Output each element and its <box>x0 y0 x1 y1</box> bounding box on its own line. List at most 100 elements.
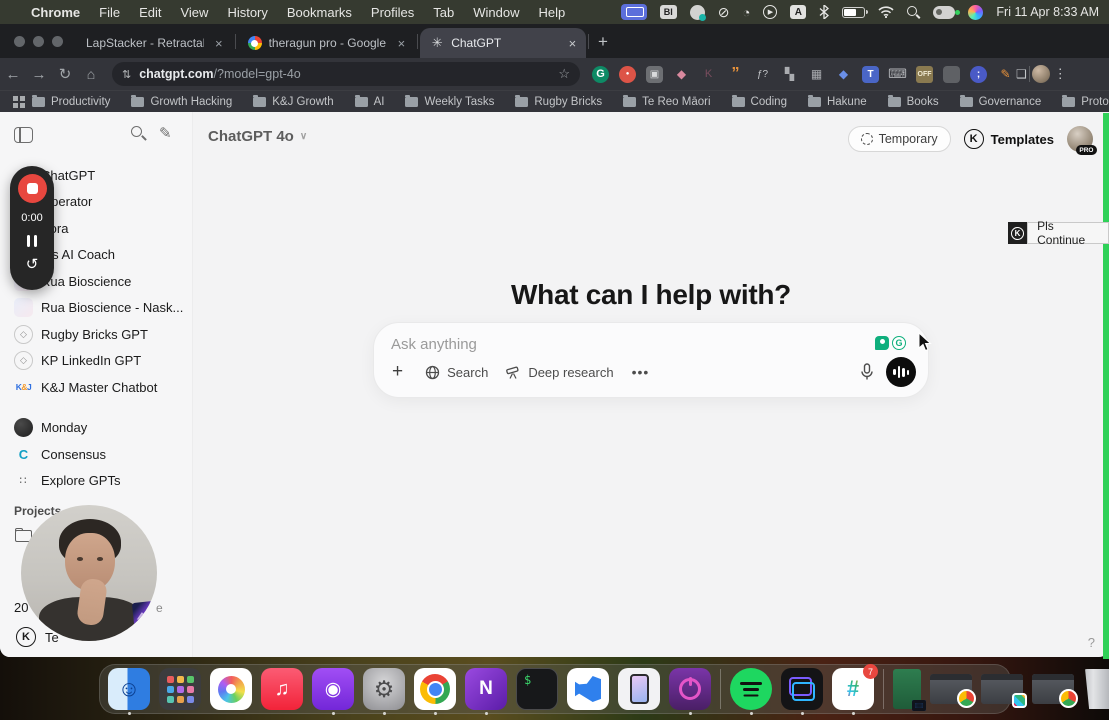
prompt-input[interactable]: Ask anything <box>391 336 477 353</box>
sidebar-item-rugby-bricks-gpt[interactable]: Rugby Bricks GPT <box>8 321 186 348</box>
search-icon[interactable] <box>131 126 146 141</box>
dock-spotify[interactable] <box>730 668 772 715</box>
tab-close-icon[interactable]: × <box>215 36 223 51</box>
chrome[interactable]: Chrome <box>31 5 80 20</box>
chrome-menu-icon[interactable]: ⋮ <box>1054 66 1067 82</box>
dock-separator[interactable] <box>883 669 884 709</box>
dock-app-icon[interactable] <box>883 669 884 709</box>
sidebar-item-kj-master-chatbot[interactable]: K & J K&J Master Chatbot <box>8 374 186 401</box>
ext-off[interactable]: OFF <box>916 65 933 83</box>
ext-shield[interactable]: ◆ <box>673 66 690 83</box>
ext-gray-square[interactable] <box>943 65 960 83</box>
dock-minimized-chrome-window[interactable] <box>930 674 976 708</box>
dock-slack[interactable]: 7 <box>832 664 878 715</box>
reload-icon[interactable]: ↻ <box>52 65 78 83</box>
dock-app-icon[interactable] <box>414 668 456 710</box>
dock-trash[interactable] <box>1083 669 1109 709</box>
dock-minimized-excel[interactable] <box>893 669 926 711</box>
menubar-clock[interactable]: Fri 11 Apr 8:33 AM <box>996 5 1099 19</box>
dock-app-icon[interactable] <box>108 668 150 710</box>
history[interactable]: History <box>227 5 267 20</box>
model-switcher[interactable]: ChatGPT 4o ∨ <box>208 128 307 145</box>
profiles[interactable]: Profiles <box>371 5 414 20</box>
tab-chatgpt[interactable]: ChatGPT × <box>420 28 587 58</box>
dock-app-icon[interactable] <box>669 668 711 710</box>
webcam-overlay[interactable] <box>21 505 157 641</box>
view[interactable]: View <box>180 5 208 20</box>
window[interactable]: Window <box>473 5 519 20</box>
dock-vscode[interactable] <box>567 668 609 710</box>
dock-app-icon[interactable] <box>210 668 252 710</box>
help[interactable]: Help <box>539 5 566 20</box>
dock-app-icon[interactable] <box>720 669 721 709</box>
back-icon[interactable]: ← <box>0 66 26 83</box>
templates-button[interactable]: K Templates <box>963 129 1054 149</box>
extensions-puzzle-icon[interactable]: ❑ <box>1016 67 1027 81</box>
bm-productivity[interactable]: Productivity <box>32 94 110 108</box>
dock-minimized-chrome-window-2[interactable] <box>1032 674 1078 708</box>
dock-app-icon[interactable] <box>159 668 201 710</box>
file[interactable]: File <box>99 5 120 20</box>
pls-continue-button[interactable]: Pls Continue <box>1027 219 1109 247</box>
dock-separator[interactable] <box>720 669 721 709</box>
bm-growth-hacking[interactable]: Growth Hacking <box>131 94 232 108</box>
prompt-composer[interactable]: Ask anything G + Search Deep research ••… <box>373 322 929 398</box>
dock-onenote[interactable] <box>465 668 507 715</box>
dock-app-icon[interactable] <box>893 669 926 711</box>
sidebar-item-kp-linkedin-gpt[interactable]: KP LinkedIn GPT <box>8 348 186 375</box>
bm-ai[interactable]: AI <box>354 94 384 108</box>
sidebar-item-consensus[interactable]: C Consensus <box>8 441 186 468</box>
bm-hakune[interactable]: Hakune <box>807 94 867 108</box>
ext-fn[interactable]: ƒ? <box>754 66 771 83</box>
dock-photos[interactable] <box>210 668 252 710</box>
dock-app-icon[interactable] <box>1032 674 1078 708</box>
bm-weekly-tasks[interactable]: Weekly Tasks <box>405 94 494 108</box>
bm-governance[interactable]: Governance <box>959 94 1041 108</box>
restart-recording-icon[interactable]: ↺ <box>26 257 39 272</box>
dock-app-icon[interactable] <box>261 668 303 710</box>
ext-grid-tool[interactable]: ▦ <box>808 66 825 83</box>
dock-app-icon[interactable] <box>567 668 609 710</box>
ext-blue-pair[interactable]: ◆ <box>835 66 852 83</box>
dock-chrome[interactable] <box>414 668 456 715</box>
dock-minimized-app-window[interactable] <box>981 674 1027 708</box>
bm-rugby-bricks[interactable]: Rugby Bricks <box>515 94 602 108</box>
dock-app-icon[interactable] <box>618 668 660 710</box>
ext-pin-tool[interactable]: ▚ <box>781 66 798 83</box>
more-options-icon[interactable]: ••• <box>632 364 650 380</box>
dock-settings[interactable] <box>363 668 405 715</box>
sidebar-item-rua-nask[interactable]: Rua Bioscience - Nask... <box>8 295 186 322</box>
dock-podcasts[interactable] <box>312 668 354 715</box>
dock-app-icon[interactable] <box>312 668 354 710</box>
ext-grammarly[interactable]: G <box>592 65 609 83</box>
new-tab-button[interactable]: + <box>598 32 608 52</box>
voice-mode-button[interactable] <box>886 357 916 387</box>
sidebar-item-monday[interactable]: Monday <box>8 415 186 442</box>
dock-app-icon[interactable] <box>981 674 1027 708</box>
ext-semicolon[interactable]: ; <box>970 65 987 83</box>
dock-power-app[interactable] <box>669 668 711 715</box>
tab-lapstacker[interactable]: LapStacker - Retractable car × <box>76 28 233 58</box>
bm-kj-growth[interactable]: K&J Growth <box>253 94 334 108</box>
recording-widget[interactable]: 0:00 ↺ <box>10 166 54 290</box>
zoom-window-button[interactable] <box>52 36 63 47</box>
dock-app-icon[interactable] <box>516 668 558 710</box>
tab[interactable]: Tab <box>433 5 454 20</box>
pls-continue-snippet[interactable]: K Pls Continue <box>1008 219 1109 247</box>
temporary-chat-button[interactable]: Temporary <box>847 126 951 152</box>
dock-app-icon[interactable] <box>781 668 823 710</box>
bm-protocols[interactable]: Protocols <box>1062 94 1109 108</box>
bm-coding[interactable]: Coding <box>731 94 787 108</box>
dock-app-icon[interactable] <box>930 674 976 708</box>
stop-recording-button[interactable] <box>17 174 47 203</box>
edit[interactable]: Edit <box>139 5 161 20</box>
sidebar-item-explore-gpts[interactable]: ∷ Explore GPTs <box>8 468 186 495</box>
dock-iphone-mirroring[interactable] <box>618 668 660 710</box>
attach-button[interactable]: + <box>388 361 407 383</box>
window-controls[interactable] <box>14 36 63 47</box>
textblaze-k-icon[interactable]: K <box>16 627 36 647</box>
sidebar-toggle-icon[interactable] <box>14 127 33 143</box>
dock-screen-studio[interactable] <box>781 668 823 715</box>
search-toggle-button[interactable]: Search <box>425 365 488 380</box>
close-window-button[interactable] <box>14 36 25 47</box>
